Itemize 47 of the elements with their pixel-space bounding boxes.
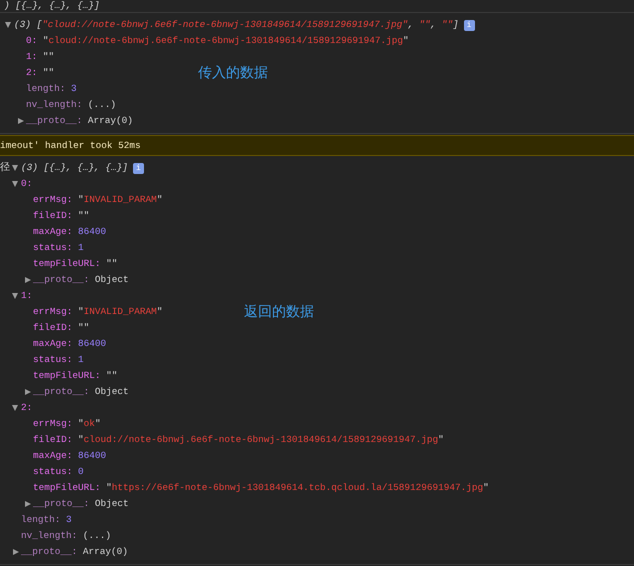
property-line: errMsg: "INVALID_PARAM" <box>33 305 162 319</box>
property-line: 0: "cloud://note-6bnwj.6e6f-note-6bnwj-1301849614/1589129691947.jpg" <box>26 34 409 48</box>
property-line: 1: "" <box>26 50 54 64</box>
expanded-arrow-icon[interactable] <box>12 181 18 187</box>
property-line: 1: <box>21 289 32 303</box>
property-line: __proto__: Array(0) <box>21 545 128 559</box>
property-line: fileID: "cloud://note-6bnwj.6e6f-note-6bnwj-1301849614/1589129691947.jpg" <box>33 433 444 447</box>
property-line: length: 3 <box>26 82 77 96</box>
property-line: tempFileURL: "" <box>33 369 118 383</box>
property-line: tempFileURL: "" <box>33 257 118 271</box>
property-line: nv_length: (...) <box>21 529 112 543</box>
log-summary: ) [{…}, {…}, {…}] <box>0 0 634 13</box>
property-line: length: 3 <box>21 513 72 527</box>
property-line: status: 1 <box>33 241 84 255</box>
expanded-arrow-icon[interactable] <box>12 293 18 299</box>
property-line: 2: "" <box>26 66 54 80</box>
property-line: maxAge: 86400 <box>33 449 106 463</box>
collapsed-arrow-icon[interactable] <box>13 549 19 555</box>
log-source-text: 径 <box>0 161 10 175</box>
expanded-arrow-icon[interactable] <box>5 22 11 28</box>
collapsed-arrow-icon[interactable] <box>25 277 31 283</box>
array-summary[interactable]: (3) [{…}, {…}, {…}] <box>21 160 128 176</box>
warning-message: imeout' handler took 52ms <box>0 135 634 156</box>
property-line: fileID: "" <box>33 321 90 335</box>
property-line: errMsg: "ok" <box>33 417 101 431</box>
property-line: status: 1 <box>33 353 84 367</box>
collapsed-arrow-icon[interactable] <box>18 118 24 124</box>
expanded-arrow-icon[interactable] <box>12 165 18 171</box>
property-line: __proto__: Array(0) <box>26 114 133 128</box>
property-line: fileID: "" <box>33 209 90 223</box>
property-line: status: 0 <box>33 465 84 479</box>
property-line: nv_length: (...) <box>26 98 116 112</box>
property-line: __proto__: Object <box>33 497 129 511</box>
annotation-text: 传入的数据 <box>198 64 268 82</box>
property-line: maxAge: 86400 <box>33 337 106 351</box>
collapsed-arrow-icon[interactable] <box>25 389 31 395</box>
property-line: errMsg: "INVALID_PARAM" <box>33 193 162 207</box>
property-line: __proto__: Object <box>33 273 129 287</box>
array-summary[interactable]: (3) ["cloud://note-6bnwj.6e6f-note-6bnwj-1301849614/1589129691947.jpg", "", ""] <box>14 17 459 33</box>
property-line: tempFileURL: "https://6e6f-note-6bnwj-1301849614.tcb.qcloud.la/1589129691947.jpg" <box>33 481 489 495</box>
annotation-text: 返回的数据 <box>244 303 314 321</box>
expanded-arrow-icon[interactable] <box>12 405 18 411</box>
collapsed-arrow-icon[interactable] <box>25 501 31 507</box>
property-line: 2: <box>21 401 32 415</box>
property-line: 0: <box>21 177 32 191</box>
property-line: maxAge: 86400 <box>33 225 106 239</box>
property-line: __proto__: Object <box>33 385 129 399</box>
